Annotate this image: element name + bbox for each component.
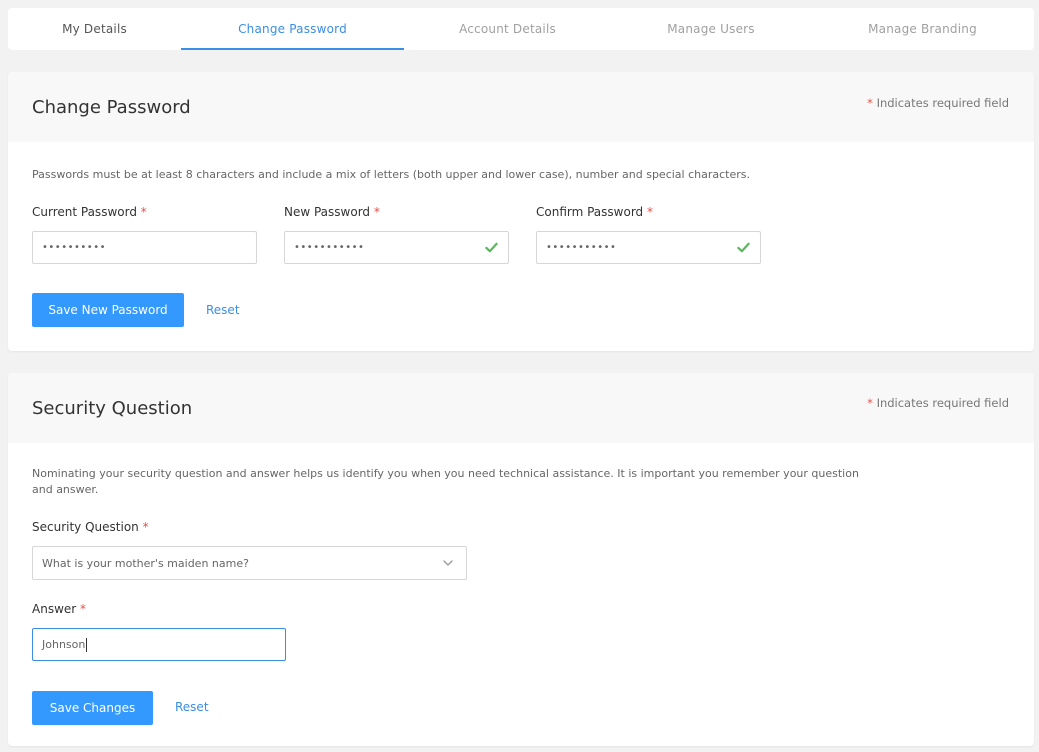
security-question-card: Security Question * Indicates required f…	[8, 373, 1034, 746]
tab-account-details[interactable]: Account Details	[404, 8, 611, 50]
required-star: *	[373, 205, 380, 219]
answer-input[interactable]: Johnson	[32, 628, 286, 661]
answer-label: Answer *	[32, 602, 86, 616]
security-question-description: Nominating your security question and an…	[32, 467, 859, 496]
text-cursor	[86, 637, 88, 652]
new-password-label: New Password *	[284, 205, 380, 219]
required-field-note: * Indicates required field	[867, 96, 1009, 110]
tab-my-details[interactable]: My Details	[8, 8, 181, 50]
confirm-password-label: Confirm Password *	[536, 205, 653, 219]
required-star: *	[142, 520, 149, 534]
security-question-value: What is your mother's maiden name?	[42, 556, 249, 570]
new-password-value: •••••••••••	[294, 242, 365, 253]
new-password-input[interactable]: •••••••••••	[284, 231, 509, 264]
confirm-password-label-text: Confirm Password	[536, 205, 644, 219]
check-icon	[485, 242, 498, 253]
required-note-text: Indicates required field	[876, 96, 1009, 110]
answer-value: Johnson	[42, 638, 86, 651]
change-password-header: Change Password * Indicates required fie…	[8, 72, 1034, 142]
required-star: *	[867, 396, 873, 410]
change-password-card: Change Password * Indicates required fie…	[8, 72, 1034, 351]
security-question-select[interactable]: What is your mother's maiden name?	[32, 546, 467, 580]
tab-change-password[interactable]: Change Password	[181, 8, 404, 50]
required-star: *	[80, 602, 87, 616]
required-field-note: * Indicates required field	[867, 396, 1009, 410]
security-question-header: Security Question * Indicates required f…	[8, 373, 1034, 443]
change-password-title: Change Password	[32, 97, 191, 118]
security-question-title: Security Question	[32, 398, 193, 419]
required-star: *	[647, 205, 653, 219]
save-changes-button[interactable]: Save Changes	[32, 691, 153, 725]
tab-manage-branding[interactable]: Manage Branding	[811, 8, 1034, 50]
current-password-label-text: Current Password	[32, 205, 137, 219]
current-password-value: ••••••••••	[42, 242, 106, 253]
tab-manage-users[interactable]: Manage Users	[611, 8, 811, 50]
reset-security-link[interactable]: Reset	[175, 700, 209, 714]
required-star: *	[867, 96, 873, 110]
required-star: *	[140, 205, 147, 219]
chevron-down-icon	[443, 560, 453, 566]
current-password-label: Current Password *	[32, 205, 147, 219]
new-password-label-text: New Password	[284, 205, 371, 219]
required-note-text: Indicates required field	[876, 396, 1009, 410]
check-icon	[737, 242, 750, 253]
security-question-label: Security Question *	[32, 520, 149, 534]
tab-bar: My Details Change Password Account Detai…	[8, 8, 1034, 50]
confirm-password-input[interactable]: •••••••••••	[536, 231, 761, 264]
password-requirements-text: Passwords must be at least 8 characters …	[32, 168, 750, 181]
save-new-password-button[interactable]: Save New Password	[32, 293, 184, 327]
confirm-password-value: •••••••••••	[546, 242, 617, 253]
answer-label-text: Answer	[32, 602, 77, 616]
reset-password-link[interactable]: Reset	[206, 303, 240, 317]
security-question-label-text: Security Question	[32, 520, 139, 534]
current-password-input[interactable]: ••••••••••	[32, 231, 257, 264]
